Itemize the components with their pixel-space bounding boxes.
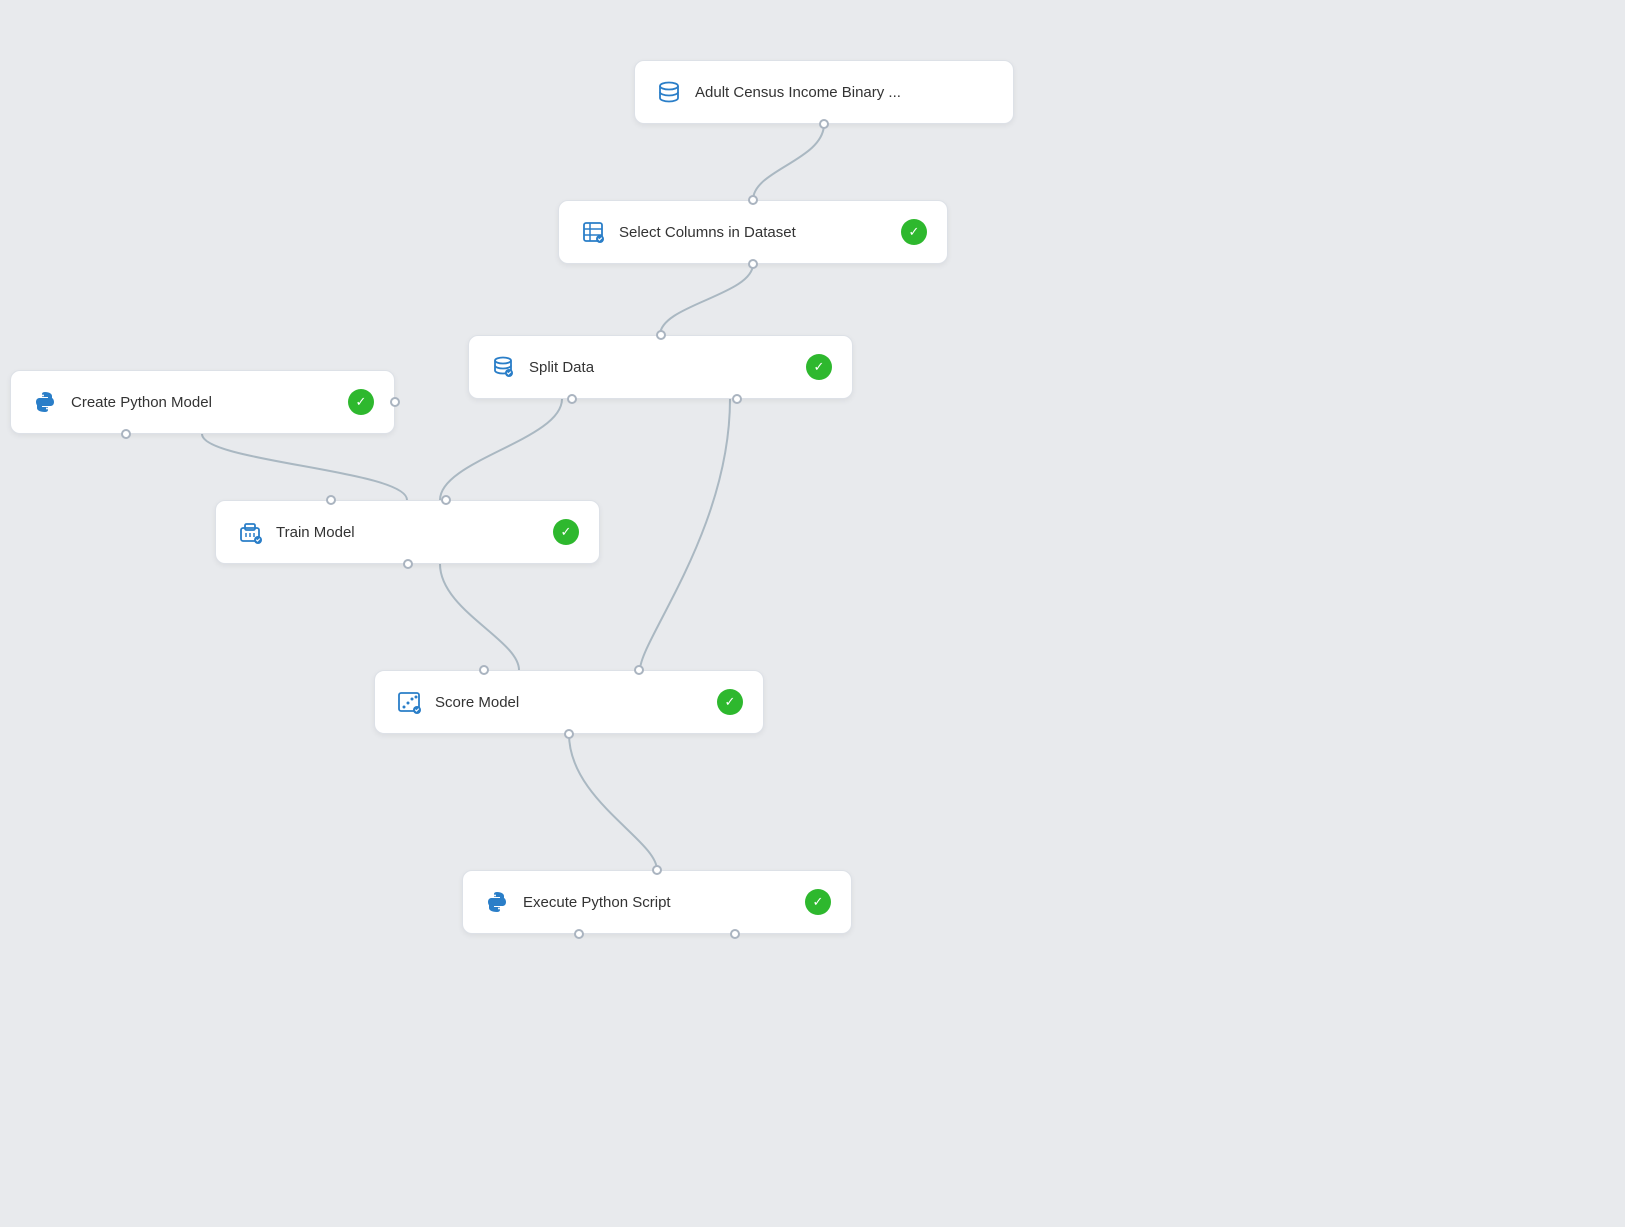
- port-bottom-left: [574, 929, 584, 939]
- connection-score-execute: [569, 734, 657, 870]
- port-bottom-left: [567, 394, 577, 404]
- connections-layer: [0, 0, 1625, 1227]
- connection-split-train: [440, 399, 562, 500]
- create-python-label: Create Python Model: [71, 394, 336, 411]
- database-icon: [655, 80, 683, 104]
- port-bottom: [564, 729, 574, 739]
- execute-python-status: ✓: [805, 889, 831, 915]
- adult-census-label: Adult Census Income Binary ...: [695, 84, 993, 101]
- port-bottom-left: [121, 429, 131, 439]
- split-data-icon: [489, 355, 517, 379]
- split-data-label: Split Data: [529, 359, 794, 376]
- connection-split-score: [640, 399, 730, 670]
- port-top-left: [326, 495, 336, 505]
- port-bottom-right: [730, 929, 740, 939]
- execute-python-icon: [483, 890, 511, 914]
- port-top: [652, 865, 662, 875]
- port-bottom: [819, 119, 829, 129]
- port-top-right: [441, 495, 451, 505]
- port-top: [656, 330, 666, 340]
- split-data-status: ✓: [806, 354, 832, 380]
- port-top-right: [634, 665, 644, 675]
- train-model-icon: [236, 520, 264, 544]
- score-model-node[interactable]: Score Model ✓: [374, 670, 764, 734]
- workflow-canvas: Adult Census Income Binary ... Select Co…: [0, 0, 1625, 1227]
- score-model-icon: [395, 690, 423, 714]
- execute-python-label: Execute Python Script: [523, 894, 793, 911]
- split-data-node[interactable]: Split Data ✓: [468, 335, 853, 399]
- train-model-status: ✓: [553, 519, 579, 545]
- connection-select-split: [660, 264, 753, 335]
- port-bottom: [403, 559, 413, 569]
- port-bottom-right: [732, 394, 742, 404]
- select-columns-node[interactable]: Select Columns in Dataset ✓: [558, 200, 948, 264]
- port-top-left: [479, 665, 489, 675]
- select-columns-icon: [579, 220, 607, 244]
- connection-train-score: [440, 564, 519, 670]
- connection-census-select: [753, 124, 824, 200]
- execute-python-node[interactable]: Execute Python Script ✓: [462, 870, 852, 934]
- connection-python-train: [202, 434, 407, 500]
- create-python-status: ✓: [348, 389, 374, 415]
- select-columns-label: Select Columns in Dataset: [619, 224, 889, 241]
- python-icon: [31, 390, 59, 414]
- score-model-label: Score Model: [435, 694, 705, 711]
- train-model-label: Train Model: [276, 524, 541, 541]
- score-model-status: ✓: [717, 689, 743, 715]
- port-right: [390, 397, 400, 407]
- port-top: [748, 195, 758, 205]
- create-python-node[interactable]: Create Python Model ✓: [10, 370, 395, 434]
- adult-census-node[interactable]: Adult Census Income Binary ...: [634, 60, 1014, 124]
- train-model-node[interactable]: Train Model ✓: [215, 500, 600, 564]
- port-bottom: [748, 259, 758, 269]
- select-columns-status: ✓: [901, 219, 927, 245]
